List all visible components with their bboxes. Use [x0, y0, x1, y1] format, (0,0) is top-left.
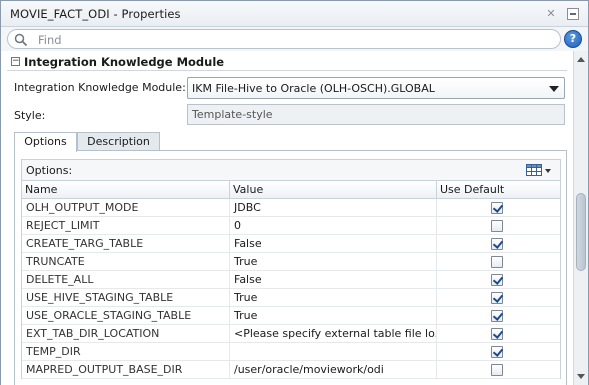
style-label: Style: — [14, 109, 46, 122]
options-table: Name Value Use Default OLH_OUTPUT_MODE J… — [21, 181, 561, 379]
search-input[interactable]: Find — [7, 29, 561, 49]
column-header-name[interactable]: Name — [22, 181, 230, 199]
use-default-checkbox[interactable] — [491, 274, 503, 286]
option-value[interactable]: False — [230, 235, 437, 253]
window-title: MOVIE_FACT_ODI - Properties — [10, 7, 181, 21]
option-name: CREATE_TARG_TABLE — [22, 235, 230, 253]
table-row[interactable]: MAPRED_OUTPUT_BASE_DIR /user/oracle/movi… — [22, 361, 560, 379]
ikm-label: Integration Knowledge Module: — [14, 81, 186, 94]
table-row[interactable]: USE_ORACLE_STAGING_TABLE True — [22, 307, 560, 325]
option-value[interactable]: True — [230, 307, 437, 325]
properties-content: − Integration Knowledge Module Integrati… — [1, 51, 573, 385]
scroll-down-icon[interactable] — [577, 374, 585, 379]
table-header: Name Value Use Default — [22, 181, 560, 199]
option-value[interactable]: JDBC — [230, 199, 437, 217]
table-row[interactable]: TEMP_DIR — [22, 343, 560, 361]
chevron-down-icon[interactable] — [549, 86, 559, 92]
column-header-use-default[interactable]: Use Default — [437, 181, 560, 199]
vertical-scrollbar[interactable] — [573, 51, 588, 385]
close-icon[interactable]: ✕ — [545, 7, 557, 21]
search-icon — [14, 33, 28, 47]
search-placeholder: Find — [38, 33, 62, 47]
tab-options[interactable]: Options — [14, 132, 77, 152]
section-header[interactable]: − Integration Knowledge Module — [7, 55, 567, 71]
option-value[interactable]: 0 — [230, 217, 437, 235]
table-row[interactable]: REJECT_LIMIT 0 — [22, 217, 560, 235]
option-name: EXT_TAB_DIR_LOCATION — [22, 325, 230, 343]
table-row[interactable]: DELETE_ALL False — [22, 271, 560, 289]
style-value: Template-style — [192, 108, 273, 121]
use-default-checkbox[interactable] — [491, 238, 503, 250]
options-label: Options: — [26, 164, 73, 177]
chevron-down-icon[interactable] — [545, 169, 551, 173]
use-default-checkbox[interactable] — [491, 328, 503, 340]
use-default-checkbox[interactable] — [491, 220, 503, 232]
option-name: DELETE_ALL — [22, 271, 230, 289]
option-value[interactable] — [230, 343, 437, 361]
use-default-checkbox[interactable] — [491, 346, 503, 358]
scroll-up-icon[interactable] — [577, 57, 585, 62]
option-value[interactable]: /user/oracle/moviework/odi — [230, 361, 437, 379]
ikm-select[interactable]: IKM File-Hive to Oracle (OLH-OSCH).GLOBA… — [187, 77, 565, 99]
title-bar: MOVIE_FACT_ODI - Properties ✕ — [1, 1, 588, 27]
properties-window: MOVIE_FACT_ODI - Properties ✕ Find ? − I… — [0, 0, 589, 385]
use-default-checkbox[interactable] — [491, 292, 503, 304]
options-panel: Options: Name Value Use Default OLH_OUTP… — [14, 150, 567, 385]
collapse-icon[interactable]: − — [11, 57, 20, 66]
style-field: Template-style — [187, 104, 565, 125]
option-name: MAPRED_OUTPUT_BASE_DIR — [22, 361, 230, 379]
tab-description[interactable]: Description — [77, 132, 160, 150]
ikm-select-value: IKM File-Hive to Oracle (OLH-OSCH).GLOBA… — [192, 82, 435, 95]
table-row[interactable]: TRUNCATE True — [22, 253, 560, 271]
minimize-icon[interactable] — [567, 8, 579, 20]
help-icon[interactable]: ? — [564, 30, 582, 48]
option-value[interactable]: True — [230, 253, 437, 271]
table-view-icon[interactable] — [526, 164, 542, 176]
option-name: OLH_OUTPUT_MODE — [22, 199, 230, 217]
use-default-checkbox[interactable] — [491, 310, 503, 322]
table-row[interactable]: OLH_OUTPUT_MODE JDBC — [22, 199, 560, 217]
section-title: Integration Knowledge Module — [24, 55, 225, 69]
scrollbar-thumb[interactable] — [576, 193, 586, 271]
column-header-value[interactable]: Value — [230, 181, 437, 199]
options-toolbar: Options: — [21, 159, 561, 181]
option-name: TEMP_DIR — [22, 343, 230, 361]
option-name: USE_HIVE_STAGING_TABLE — [22, 289, 230, 307]
option-name: USE_ORACLE_STAGING_TABLE — [22, 307, 230, 325]
table-row[interactable]: EXT_TAB_DIR_LOCATION <Please specify ext… — [22, 325, 560, 343]
option-value[interactable]: False — [230, 271, 437, 289]
use-default-checkbox[interactable] — [491, 202, 503, 214]
table-row[interactable]: USE_HIVE_STAGING_TABLE True — [22, 289, 560, 307]
use-default-checkbox[interactable] — [491, 256, 503, 268]
option-value[interactable]: <Please specify external table file lo..… — [230, 325, 437, 343]
use-default-checkbox[interactable] — [491, 364, 503, 376]
option-name: TRUNCATE — [22, 253, 230, 271]
option-name: REJECT_LIMIT — [22, 217, 230, 235]
table-row[interactable]: CREATE_TARG_TABLE False — [22, 235, 560, 253]
option-value[interactable]: True — [230, 289, 437, 307]
search-row: Find ? — [1, 27, 588, 51]
